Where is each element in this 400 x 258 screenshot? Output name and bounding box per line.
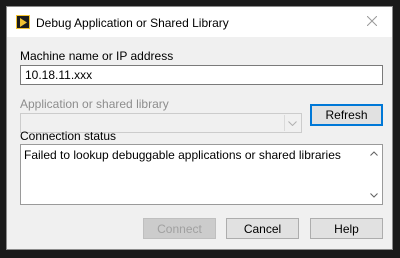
connection-status-label: Connection status xyxy=(20,129,117,143)
scroll-down-icon[interactable] xyxy=(365,187,382,204)
refresh-button[interactable]: Refresh xyxy=(310,104,383,126)
chevron-down-icon[interactable] xyxy=(284,115,300,131)
help-button[interactable]: Help xyxy=(310,218,383,239)
debug-dialog: Debug Application or Shared Library Mach… xyxy=(6,6,393,250)
status-scrollbar[interactable] xyxy=(365,145,382,204)
machine-label: Machine name or IP address xyxy=(20,49,174,63)
close-button[interactable] xyxy=(352,7,392,37)
connection-status-text: Failed to lookup debuggable applications… xyxy=(24,148,341,162)
scroll-up-icon[interactable] xyxy=(365,145,382,162)
connection-status-box[interactable]: Failed to lookup debuggable applications… xyxy=(20,144,383,205)
labview-app-icon xyxy=(16,15,30,29)
window-title: Debug Application or Shared Library xyxy=(36,16,229,30)
close-icon xyxy=(366,15,378,29)
cancel-button[interactable]: Cancel xyxy=(226,218,299,239)
title-bar[interactable]: Debug Application or Shared Library xyxy=(7,7,392,37)
connect-button[interactable]: Connect xyxy=(143,218,216,239)
application-label: Application or shared library xyxy=(20,97,169,111)
machine-address-input[interactable] xyxy=(20,65,383,85)
